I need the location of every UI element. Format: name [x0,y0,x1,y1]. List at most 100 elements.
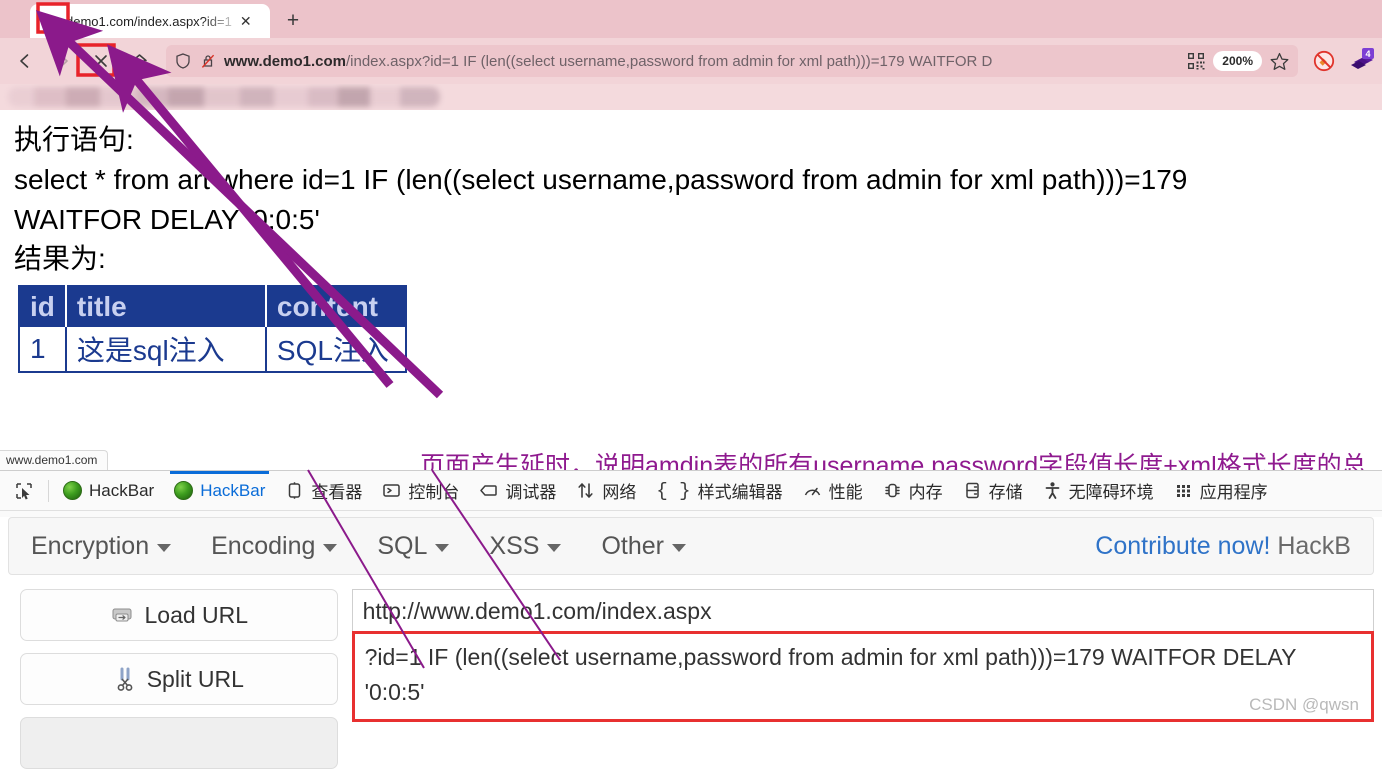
cell-content: SQL注入 [265,327,406,372]
element-picker-icon [14,481,34,501]
memory-icon [883,481,902,500]
extension-icons: 4 [1308,48,1374,74]
devtools-tab-storage[interactable]: 存储 [953,471,1033,510]
zoom-level-badge[interactable]: 200% [1213,51,1262,71]
toolbar-divider [48,479,49,502]
network-icon [576,481,595,500]
sql-statement-line2: WAITFOR DELAY '0:0:5' [14,203,320,235]
table-header-row: id title content [19,286,406,327]
hackbar-panel: Encryption Encoding SQL XSS Other Contri… [0,517,1382,769]
devtools-panel: HackBar HackBar 查看器 控制台 调试器 网络 {} 样式编辑器… [0,470,1382,769]
devtools-tab-label: 内存 [908,483,943,502]
column-header-content: content [265,286,406,327]
page-content: 执行语句: select * from art where id=1 IF (l… [0,110,1382,470]
hackbar-menu-xss[interactable]: XSS [489,532,562,561]
hackbar-button-column: Load URL Split URL [20,589,338,769]
devtools-tab-performance[interactable]: 性能 [793,471,873,510]
debugger-icon [479,481,498,500]
home-button[interactable] [122,44,156,78]
browser-tab-strip: demo1.com/index.aspx?id=1 ✕ + [0,0,1382,38]
extension-badge-count: 4 [1365,49,1370,59]
devtools-tab-debugger[interactable]: 调试器 [469,471,566,510]
element-picker-button[interactable] [4,471,44,510]
style-editor-icon: { } [656,479,691,502]
hackbar-input-column: http://www.demo1.com/index.aspx ?id=1 IF… [351,589,1374,769]
blocked-extension-icon[interactable] [1312,49,1336,73]
hackbar-body: Load URL Split URL http://www.demo1.com/… [0,575,1382,769]
devtools-tab-network[interactable]: 网络 [566,471,646,510]
devtools-tab-memory[interactable]: 内存 [873,471,953,510]
hackbar-logo-icon [63,481,82,500]
cell-title: 这是sql注入 [65,327,267,372]
devtools-tab-style-editor[interactable]: { } 样式编辑器 [646,471,792,510]
address-bar[interactable]: www.demo1.com/index.aspx?id=1 IF (len((s… [166,45,1298,77]
inspector-icon [285,481,304,500]
devtools-tab-bar: HackBar HackBar 查看器 控制台 调试器 网络 {} 样式编辑器… [0,471,1382,511]
url-host: www.demo1.com [224,52,346,70]
devtools-tab-hackbar-2[interactable]: HackBar [164,471,275,510]
forward-button[interactable] [46,44,80,78]
devtools-tab-application[interactable]: 应用程序 [1164,471,1278,510]
devtools-tab-label: 存储 [988,483,1023,502]
devtools-tab-label: 无障碍环境 [1068,483,1154,502]
new-tab-button[interactable]: + [276,4,310,38]
bookmark-star-icon[interactable] [1269,51,1290,72]
hackbar-url-input[interactable]: http://www.demo1.com/index.aspx [351,589,1374,631]
chevron-down-icon [323,544,338,552]
scissors-icon [114,667,136,691]
hackbar-menu-encryption[interactable]: Encryption [31,531,172,561]
payload-text: ?id=1 IF (len((select username,password … [364,644,1296,705]
result-label: 结果为: [14,243,106,275]
devtools-tab-console[interactable]: 控制台 [372,471,469,510]
chevron-down-icon [435,544,450,552]
qr-code-icon[interactable] [1186,51,1206,71]
insecure-lock-icon[interactable] [199,52,217,70]
hackbar-payload-input[interactable]: ?id=1 IF (len((select username,password … [351,631,1374,722]
devtools-tab-label: 性能 [828,483,863,502]
load-url-button[interactable]: Load URL [20,589,338,641]
url-text: www.demo1.com/index.aspx?id=1 IF (len((s… [224,53,1179,70]
sql-statement-line1: select * from art where id=1 IF (len((se… [14,163,1188,195]
devtools-tab-accessibility[interactable]: 无障碍环境 [1033,471,1164,510]
menu-label: Encryption [31,531,150,560]
column-header-id: id [19,286,67,327]
close-icon[interactable]: ✕ [240,14,252,28]
hackbar-menu-other[interactable]: Other [601,532,686,561]
split-url-button[interactable]: Split URL [20,653,338,705]
console-icon [382,481,401,500]
load-url-icon [110,605,134,625]
cell-id: 1 [19,327,67,372]
url-path: /index.aspx?id=1 IF (len((select usernam… [345,52,993,70]
hackbar-menu-encoding[interactable]: Encoding [211,531,338,561]
devtools-tab-label: HackBar [89,480,155,500]
menu-label: Encoding [211,531,316,560]
shield-icon [174,52,192,70]
hackbar-logo-icon [174,481,194,500]
browser-tab[interactable]: demo1.com/index.aspx?id=1 ✕ [30,4,270,38]
hackbar-menu-sql[interactable]: SQL [377,532,450,561]
execute-button[interactable] [20,717,338,769]
stop-loading-button[interactable] [84,44,118,78]
devtools-tab-hackbar-1[interactable]: HackBar [53,471,164,510]
performance-icon [803,481,822,500]
column-header-title: title [65,286,267,327]
devtools-tab-label: 控制台 [408,483,460,502]
loading-dot-icon [42,13,58,29]
menu-label: Other [601,531,664,560]
application-icon [1174,481,1193,500]
blurred-bookmarks [8,87,440,107]
devtools-tab-label: 样式编辑器 [697,483,783,502]
devtools-tab-label: HackBar [200,480,266,500]
layers-extension-icon[interactable]: 4 [1346,48,1374,74]
chevron-down-icon [671,544,686,552]
devtools-tab-inspector[interactable]: 查看器 [275,471,372,510]
browser-toolbar: www.demo1.com/index.aspx?id=1 IF (len((s… [0,38,1382,84]
link-status-bar: www.demo1.com [0,450,109,470]
accessibility-icon [1043,481,1062,500]
contribute-tail: HackB [1270,531,1351,560]
contribute-link[interactable]: Contribute now! [1095,532,1270,560]
back-button[interactable] [8,44,42,78]
storage-icon [963,481,982,500]
chevron-down-icon [157,544,172,552]
devtools-tab-label: 调试器 [505,483,557,502]
